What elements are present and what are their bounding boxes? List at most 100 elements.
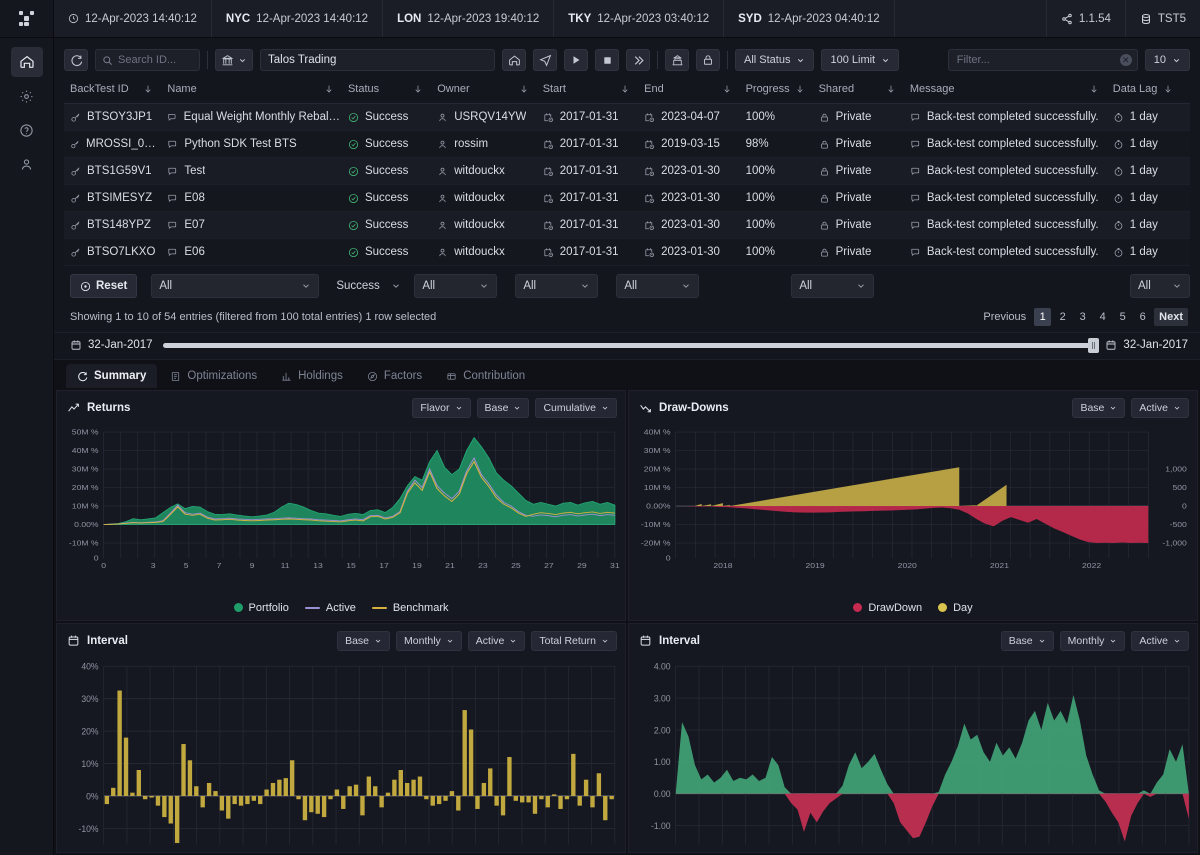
cell-owner[interactable]: witdouckx [431, 158, 536, 185]
cell-start[interactable]: 2017-01-31 [537, 239, 638, 266]
range-track[interactable] [163, 343, 1096, 348]
cell-name[interactable]: Test [161, 158, 342, 185]
cell-lag[interactable]: 1 day [1107, 185, 1190, 212]
filter-lag-select[interactable]: All [1130, 274, 1190, 298]
page-size-dropdown[interactable]: 10 [1145, 49, 1190, 71]
col-header-status[interactable]: Status [342, 75, 431, 104]
cell-start[interactable]: 2017-01-31 [537, 212, 638, 239]
cell-shared[interactable]: Private [813, 158, 904, 185]
drawdowns-plot[interactable]: 40M %30M %20M %10M %0.00%-10M %-20M %01,… [629, 422, 1197, 599]
stop-button[interactable] [595, 49, 619, 71]
pagination-previous[interactable]: Previous [978, 308, 1031, 326]
cell-status[interactable]: Success [342, 239, 431, 266]
run-button[interactable] [564, 49, 588, 71]
interval-left-base-select[interactable]: Base [337, 631, 390, 651]
filter-status-select[interactable]: Success [336, 274, 408, 298]
cell-owner[interactable]: witdouckx [431, 212, 536, 239]
interval-left-active-select[interactable]: Active [468, 631, 526, 651]
filter-input[interactable]: Filter... ✕ [948, 49, 1138, 71]
cell-owner[interactable]: USRQV14YW [431, 104, 536, 131]
limit-filter-dropdown[interactable]: 100 Limit [821, 49, 899, 71]
cell-name[interactable]: Equal Weight Monthly Rebalance [161, 104, 342, 131]
cell-name[interactable]: E08 [161, 185, 342, 212]
more-button[interactable] [626, 49, 650, 71]
cell-end[interactable]: 2023-01-30 [638, 239, 739, 266]
cell-end[interactable]: 2023-01-30 [638, 158, 739, 185]
tab-summary[interactable]: Summary [66, 364, 157, 388]
cell-owner[interactable]: witdouckx [431, 239, 536, 266]
sidebar-item-help[interactable] [11, 115, 43, 145]
cell-id[interactable]: MROSSI_0001z [64, 131, 161, 158]
backtest-name-input[interactable]: Talos Trading [260, 49, 495, 71]
environment-indicator[interactable]: TST5 [1125, 0, 1200, 37]
cell-name[interactable]: E07 [161, 212, 342, 239]
interval-right-frequency-select[interactable]: Monthly [1060, 631, 1126, 651]
tab-optimizations[interactable]: Optimizations [159, 364, 268, 388]
cell-msg[interactable]: Back-test completed successfully. [904, 104, 1107, 131]
cell-shared[interactable]: Private [813, 131, 904, 158]
pagination-page-6[interactable]: 6 [1134, 308, 1151, 326]
cell-end[interactable]: 2023-01-30 [638, 185, 739, 212]
drawdowns-base-select[interactable]: Base [1072, 398, 1125, 418]
pagination-page-2[interactable]: 2 [1054, 308, 1071, 326]
interval-right-active-select[interactable]: Active [1131, 631, 1189, 651]
legend-day[interactable]: Day [938, 602, 973, 614]
col-header-data-lag[interactable]: Data Lag [1107, 75, 1190, 104]
returns-base-select[interactable]: Base [477, 398, 530, 418]
cell-status[interactable]: Success [342, 158, 431, 185]
filter-owner-select[interactable]: All [414, 274, 497, 298]
table-row[interactable]: BTS148YPZE07Successwitdouckx2017-01-3120… [64, 212, 1190, 239]
sidebar-item-profile[interactable] [11, 149, 43, 179]
interval-right-base-select[interactable]: Base [1001, 631, 1054, 651]
cell-status[interactable]: Success [342, 212, 431, 239]
col-header-end[interactable]: End [638, 75, 739, 104]
tab-factors[interactable]: Factors [356, 364, 433, 388]
cell-lag[interactable]: 1 day [1107, 131, 1190, 158]
cell-prog[interactable]: 100% [740, 185, 813, 212]
cell-msg[interactable]: Back-test completed successfully. [904, 185, 1107, 212]
drawdowns-active-select[interactable]: Active [1131, 398, 1189, 418]
legend-active[interactable]: Active [305, 602, 356, 614]
sidebar-item-settings[interactable] [11, 81, 43, 111]
home-button[interactable] [502, 49, 526, 71]
filter-name-select[interactable]: All [151, 274, 319, 298]
interval-left-plot[interactable]: 40%30%20%10%0%-10% [57, 655, 625, 853]
returns-cumulative-select[interactable]: Cumulative [535, 398, 617, 418]
cell-msg[interactable]: Back-test completed successfully. [904, 212, 1107, 239]
table-row[interactable]: BTS1G59V1TestSuccesswitdouckx2017-01-312… [64, 158, 1190, 185]
cell-owner[interactable]: witdouckx [431, 185, 536, 212]
col-header-name[interactable]: Name [161, 75, 342, 104]
cell-lag[interactable]: 1 day [1107, 212, 1190, 239]
cell-id[interactable]: BTS1G59V1 [64, 158, 161, 185]
cell-prog[interactable]: 98% [740, 131, 813, 158]
version-indicator[interactable]: 1.1.54 [1046, 0, 1125, 37]
filter-start-select[interactable]: All [515, 274, 598, 298]
cell-shared[interactable]: Private [813, 104, 904, 131]
cell-owner[interactable]: rossim [431, 131, 536, 158]
pagination-page-4[interactable]: 4 [1094, 308, 1111, 326]
filter-shared-select[interactable]: All [791, 274, 874, 298]
col-header-start[interactable]: Start [537, 75, 638, 104]
cell-id[interactable]: BTSO7LKXO [64, 239, 161, 266]
col-header-progress[interactable]: Progress [740, 75, 813, 104]
pagination-next[interactable]: Next [1154, 308, 1188, 326]
search-input[interactable]: Search ID... [95, 49, 200, 71]
table-row[interactable]: BTSO7LKXOE06Successwitdouckx2017-01-3120… [64, 239, 1190, 266]
legend-drawdown[interactable]: DrawDown [853, 602, 922, 614]
tab-contribution[interactable]: Contribution [435, 364, 536, 388]
send-button[interactable] [533, 49, 557, 71]
cell-msg[interactable]: Back-test completed successfully. [904, 158, 1107, 185]
range-start[interactable]: 32-Jan-2017 [70, 339, 153, 351]
cell-prog[interactable]: 100% [740, 239, 813, 266]
cell-lag[interactable]: 1 day [1107, 158, 1190, 185]
cell-id[interactable]: BTS148YPZ [64, 212, 161, 239]
cell-status[interactable]: Success [342, 185, 431, 212]
table-row[interactable]: BTSIMESYZE08Successwitdouckx2017-01-3120… [64, 185, 1190, 212]
returns-flavor-select[interactable]: Flavor [412, 398, 470, 418]
pagination-page-3[interactable]: 3 [1074, 308, 1091, 326]
clear-filter-icon[interactable]: ✕ [1120, 54, 1132, 66]
cell-shared[interactable]: Private [813, 212, 904, 239]
cell-name[interactable]: E06 [161, 239, 342, 266]
cell-prog[interactable]: 100% [740, 104, 813, 131]
cell-status[interactable]: Success [342, 104, 431, 131]
